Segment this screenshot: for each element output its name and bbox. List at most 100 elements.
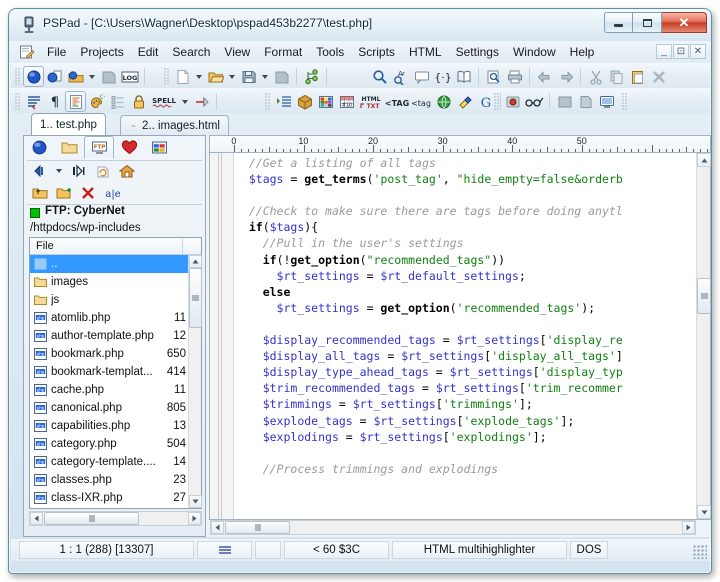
cut-icon[interactable] [585, 66, 606, 87]
file-list-item[interactable]: php cache.php 11 [30, 381, 188, 399]
explorer-tab-blue-ball[interactable] [24, 136, 54, 159]
panel2-icon[interactable] [575, 91, 596, 112]
code-editor[interactable]: //Get a listing of all tags $tags = get_… [209, 152, 711, 520]
file-list-item[interactable]: phpclass-phpmailer.php45 [30, 507, 188, 508]
menu-item-search[interactable]: Search [165, 43, 217, 61]
menu-item-scripts[interactable]: Scripts [351, 43, 402, 61]
status-insert-mode[interactable] [255, 541, 281, 559]
new-folder-icon[interactable] [53, 183, 74, 204]
menu-item-help[interactable]: Help [563, 43, 602, 61]
spell-caret[interactable] [182, 99, 188, 104]
project-new-icon[interactable] [44, 66, 65, 87]
new-file-icon[interactable] [172, 66, 193, 87]
spell-icon[interactable]: SPELL [149, 91, 179, 112]
list-icon[interactable] [107, 91, 128, 112]
replace-icon[interactable]: A z [390, 66, 411, 87]
minimize-button[interactable] [604, 12, 633, 33]
file-list-item[interactable]: php capabilities.php 13 [30, 417, 188, 435]
open-file-icon[interactable] [205, 66, 226, 87]
find-icon[interactable] [369, 66, 390, 87]
delete-red-x-icon[interactable] [77, 183, 98, 204]
scroll-down-arrow[interactable] [189, 495, 202, 508]
refresh-icon[interactable] [92, 161, 113, 182]
save-file-caret[interactable] [262, 74, 268, 79]
toolbar-grip[interactable] [164, 67, 170, 86]
highlight-icon[interactable] [65, 91, 86, 112]
explorer-tab-windows[interactable] [144, 136, 174, 159]
tag-lower-icon[interactable]: <tag [409, 91, 433, 112]
toolbar-grip[interactable] [15, 92, 21, 111]
tag-upper-icon[interactable]: <TAG [385, 91, 409, 112]
reload-tree-icon[interactable] [301, 66, 322, 87]
toolbar-grip[interactable] [265, 92, 271, 111]
menu-item-tools[interactable]: Tools [309, 43, 351, 61]
pin-icon[interactable] [191, 91, 212, 112]
resize-grip[interactable] [693, 545, 707, 559]
file-list-header[interactable]: File [30, 238, 201, 255]
save-file-icon[interactable] [238, 66, 259, 87]
word-wrap-icon[interactable] [23, 91, 44, 112]
package-icon[interactable] [294, 91, 315, 112]
dictionary-icon[interactable] [453, 66, 474, 87]
upload-folder-icon[interactable] [29, 183, 50, 204]
file-list-item[interactable]: images [30, 273, 188, 291]
ftp-file-list[interactable]: File .. images js php atomlib.php 11 php author… [29, 237, 202, 509]
explorer-tab-favorites[interactable] [114, 136, 144, 159]
scroll-up-arrow[interactable] [189, 255, 202, 268]
log-icon[interactable]: LOG [119, 66, 140, 87]
paste-icon[interactable] [627, 66, 648, 87]
file-list-item[interactable]: php author-template.php 12 [30, 327, 188, 345]
connect-caret[interactable] [56, 169, 62, 173]
home-icon[interactable] [116, 161, 137, 182]
toolbar-grip[interactable] [15, 67, 21, 86]
maximize-button[interactable] [633, 12, 662, 33]
editor-horizontal-scrollbar[interactable] [210, 520, 696, 535]
print-preview-icon[interactable] [483, 66, 504, 87]
file-list-item[interactable]: php bookmark.php 650 [30, 345, 188, 363]
file-list-item[interactable]: php bookmark-templat... 414 [30, 363, 188, 381]
scroll-down-arrow[interactable] [697, 505, 711, 519]
menu-item-html[interactable]: HTML [402, 43, 449, 61]
tab-test-php[interactable]: 1.. test.php [31, 113, 106, 135]
panel1-icon[interactable] [554, 91, 575, 112]
explorer-tab-folder[interactable] [54, 136, 84, 159]
toolbar-grip[interactable] [622, 92, 628, 111]
monitor-icon[interactable] [596, 91, 617, 112]
tab-images-html[interactable]: ~ 2.. images.html [120, 115, 229, 135]
glasses-icon[interactable] [523, 91, 545, 112]
file-list-item[interactable]: php class-IXR.php 27 [30, 489, 188, 507]
rename-icon[interactable]: a|e [101, 183, 125, 204]
indent-icon[interactable] [273, 91, 294, 112]
print-icon[interactable] [504, 66, 525, 87]
scroll-thumb[interactable] [697, 278, 711, 314]
file-list-item[interactable]: .. [30, 255, 188, 273]
copy-icon[interactable] [606, 66, 627, 87]
explorer-tab-ftp[interactable]: FTP [84, 136, 114, 159]
scroll-up-arrow[interactable] [697, 153, 711, 167]
cpp-palette-icon[interactable]: C+ [86, 91, 107, 112]
menu-item-file[interactable]: File [40, 43, 73, 61]
braces-icon[interactable]: {·} [432, 66, 453, 87]
project-folder-icon[interactable] [65, 66, 86, 87]
file-list-item[interactable]: php classes.php 23 [30, 471, 188, 489]
comment-icon[interactable] [411, 66, 432, 87]
validate-icon[interactable] [454, 91, 475, 112]
menu-item-edit[interactable]: Edit [131, 43, 166, 61]
project-open-icon[interactable] [23, 66, 44, 87]
delete-icon[interactable] [648, 66, 669, 87]
menu-item-view[interactable]: View [217, 43, 257, 61]
mdi-close-button[interactable]: ✕ [690, 44, 706, 59]
close-button[interactable]: ✕ [662, 12, 707, 33]
file-list-item[interactable]: php canonical.php 805 [30, 399, 188, 417]
new-file-caret[interactable] [196, 74, 202, 79]
record-macro-icon[interactable] [502, 91, 523, 112]
redo-icon[interactable] [555, 66, 576, 87]
color-table-icon[interactable] [315, 91, 336, 112]
undo-icon[interactable] [534, 66, 555, 87]
open-file-caret[interactable] [229, 74, 235, 79]
project-dropdown-caret[interactable] [89, 74, 95, 79]
save-all-icon[interactable] [271, 66, 292, 87]
html-to-text-icon[interactable]: HTML TXT [357, 91, 385, 112]
browser-icon[interactable] [433, 91, 454, 112]
editor-vertical-scrollbar[interactable] [696, 153, 711, 519]
